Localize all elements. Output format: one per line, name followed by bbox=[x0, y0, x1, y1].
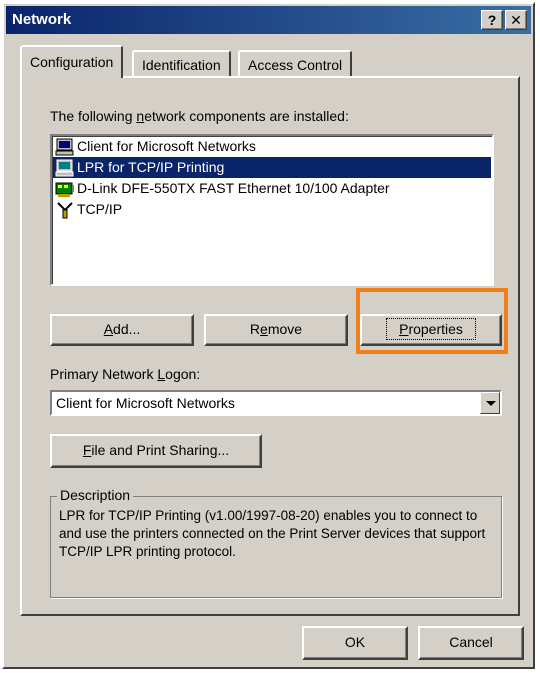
tab-access-control[interactable]: Access Control bbox=[238, 50, 353, 76]
computer-icon bbox=[55, 138, 74, 155]
network-dialog: Network ? ✕ Configuration Identification… bbox=[2, 2, 535, 669]
components-label: The following network components are ins… bbox=[50, 108, 349, 124]
computer-icon bbox=[55, 159, 74, 176]
file-and-print-sharing-button[interactable]: File and Print Sharing... bbox=[50, 434, 262, 468]
add-button[interactable]: Add... bbox=[50, 314, 194, 346]
description-group: Description LPR for TCP/IP Printing (v1.… bbox=[50, 487, 502, 598]
properties-highlight bbox=[356, 288, 508, 354]
list-item-label: Client for Microsoft Networks bbox=[77, 138, 256, 154]
remove-button[interactable]: Remove bbox=[204, 314, 348, 346]
help-icon: ? bbox=[487, 12, 497, 28]
network-adapter-icon bbox=[55, 182, 74, 197]
ok-button[interactable]: OK bbox=[302, 626, 408, 660]
primary-logon-label: Primary Network Logon: bbox=[50, 366, 201, 382]
list-item[interactable]: TCP/IP bbox=[53, 199, 491, 220]
description-text: LPR for TCP/IP Printing (v1.00/1997-08-2… bbox=[59, 508, 486, 559]
description-legend: Description bbox=[57, 487, 134, 503]
title-bar[interactable]: Network ? ✕ bbox=[6, 6, 531, 34]
list-item-selected[interactable]: LPR for TCP/IP Printing bbox=[53, 157, 491, 178]
cancel-button[interactable]: Cancel bbox=[418, 626, 524, 660]
protocol-icon bbox=[57, 201, 73, 218]
primary-logon-value: Client for Microsoft Networks bbox=[56, 395, 235, 411]
tab-access-control-label: Access Control bbox=[248, 57, 343, 73]
list-item[interactable]: D-Link DFE-550TX FAST Ethernet 10/100 Ad… bbox=[53, 178, 491, 199]
tab-identification-label: Identification bbox=[142, 57, 221, 73]
tab-identification[interactable]: Identification bbox=[132, 50, 231, 76]
close-button[interactable]: ✕ bbox=[505, 10, 527, 30]
primary-logon-select[interactable]: Client for Microsoft Networks bbox=[50, 390, 502, 416]
tab-configuration-label: Configuration bbox=[30, 54, 114, 70]
chevron-down-icon[interactable] bbox=[480, 392, 500, 414]
configuration-panel: The following network components are ins… bbox=[20, 76, 520, 616]
list-item[interactable]: Client for Microsoft Networks bbox=[53, 136, 491, 157]
help-button[interactable]: ? bbox=[481, 10, 503, 30]
window-title: Network bbox=[12, 11, 72, 28]
components-listbox[interactable]: Client for Microsoft Networks LPR for TC… bbox=[50, 134, 494, 286]
list-item-label: TCP/IP bbox=[77, 201, 123, 217]
list-item-label: D-Link DFE-550TX FAST Ethernet 10/100 Ad… bbox=[77, 180, 390, 196]
close-icon: ✕ bbox=[510, 12, 522, 28]
list-item-label: LPR for TCP/IP Printing bbox=[77, 159, 225, 175]
tab-configuration[interactable]: Configuration bbox=[20, 45, 124, 78]
